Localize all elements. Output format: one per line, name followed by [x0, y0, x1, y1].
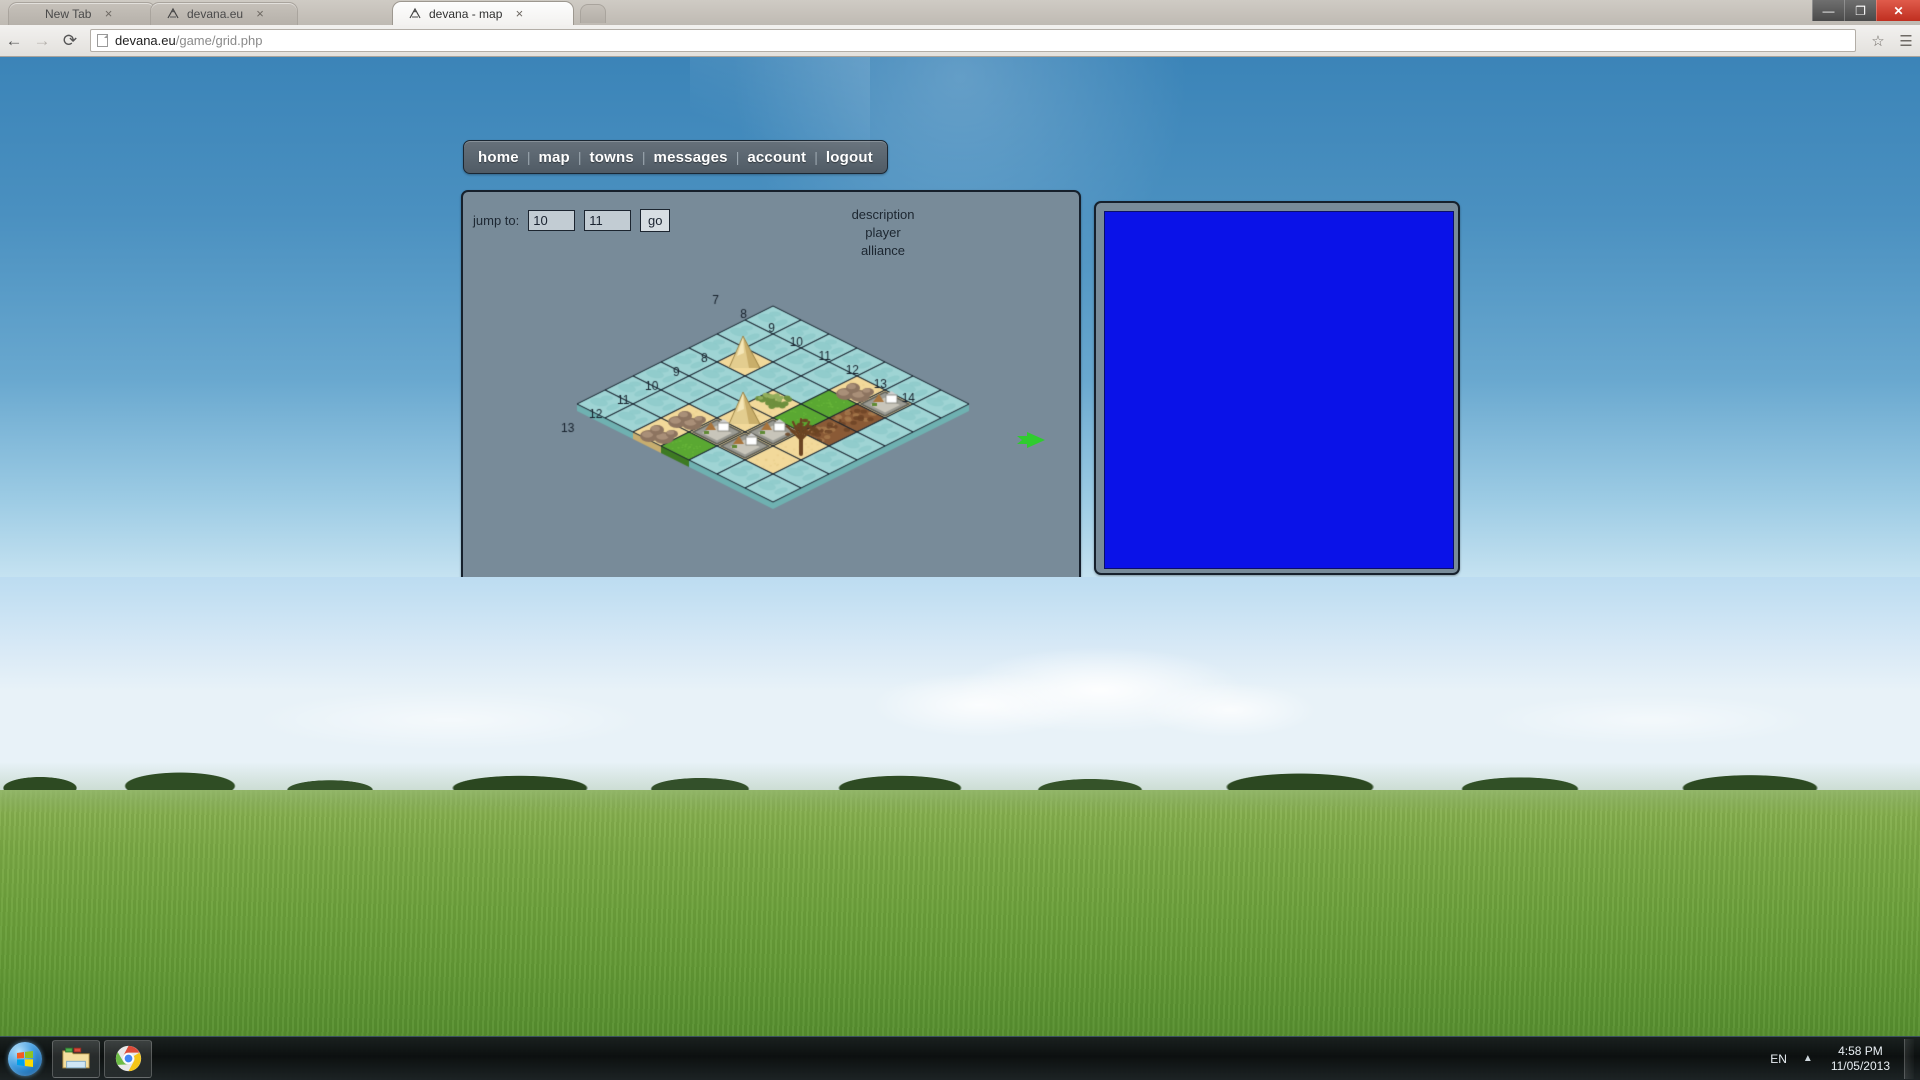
nav-separator: |	[736, 149, 740, 165]
isometric-map-grid[interactable]	[463, 192, 1083, 577]
browser-tab-devana-eu[interactable]: devana.eu ×	[150, 2, 298, 25]
clouds	[0, 600, 1920, 760]
site-navigation: home | map | towns | messages | account …	[463, 140, 888, 174]
close-icon[interactable]: ×	[253, 7, 267, 21]
tab-strip: New Tab × devana.eu × devana - map × — ❐…	[0, 0, 1920, 25]
chrome-icon	[115, 1045, 142, 1072]
show-hidden-icons-icon[interactable]: ▲	[1803, 1053, 1813, 1064]
url-host: devana.eu	[115, 33, 176, 48]
address-bar[interactable]: devana.eu/game/grid.php	[90, 29, 1856, 52]
forward-icon[interactable]: →	[28, 28, 56, 54]
devana-favicon-icon	[165, 6, 181, 22]
nav-separator: |	[578, 149, 582, 165]
nav-separator: |	[527, 149, 531, 165]
isometric-map-canvas[interactable]	[463, 192, 1083, 577]
browser-toolbar: ← → ⟳ devana.eu/game/grid.php ☆ ☰	[0, 25, 1920, 57]
minimap-panel	[1094, 201, 1460, 575]
map-grid-panel: jump to: go description player alliance	[461, 190, 1081, 577]
nav-item-logout[interactable]: logout	[826, 149, 873, 166]
browser-tab-new-tab[interactable]: New Tab ×	[8, 2, 156, 25]
tab-label: devana.eu	[187, 7, 243, 21]
world-minimap[interactable]	[1104, 211, 1454, 569]
nav-separator: |	[642, 149, 646, 165]
minimap-canvas[interactable]	[1105, 212, 1453, 568]
language-indicator[interactable]: EN	[1770, 1052, 1787, 1066]
clock[interactable]: 4:58 PM 11/05/2013	[1831, 1044, 1890, 1074]
nav-item-towns[interactable]: towns	[590, 149, 634, 166]
clock-time: 4:58 PM	[1831, 1044, 1890, 1059]
page-info-icon	[97, 34, 108, 47]
maximize-button[interactable]: ❐	[1844, 0, 1876, 21]
reload-icon[interactable]: ⟳	[56, 28, 84, 54]
taskbar-item-explorer[interactable]	[52, 1040, 100, 1078]
show-desktop-button[interactable]	[1904, 1039, 1914, 1079]
close-window-button[interactable]: ✕	[1876, 0, 1920, 21]
back-icon[interactable]: ←	[0, 28, 28, 54]
bookmark-star-icon[interactable]: ☆	[1864, 28, 1892, 54]
tab-label: New Tab	[45, 7, 91, 21]
nav-item-map[interactable]: map	[538, 149, 569, 166]
tab-favicon	[23, 6, 39, 22]
new-tab-button[interactable]	[580, 4, 606, 23]
nav-item-account[interactable]: account	[747, 149, 806, 166]
scroll-northwest-arrow[interactable]	[1015, 430, 1047, 450]
start-button[interactable]	[2, 1038, 48, 1080]
browser-tab-devana-map[interactable]: devana - map ×	[392, 1, 574, 25]
devana-favicon-icon	[407, 6, 423, 22]
nav-item-home[interactable]: home	[478, 149, 519, 166]
windows-logo-icon	[8, 1042, 42, 1076]
window-controls: — ❐ ✕	[1812, 0, 1920, 21]
close-icon[interactable]: ×	[101, 7, 115, 21]
browser-menu-icon[interactable]: ☰	[1892, 28, 1920, 54]
taskbar-item-chrome[interactable]	[104, 1040, 152, 1078]
nav-separator: |	[814, 149, 818, 165]
close-icon[interactable]: ×	[512, 7, 526, 21]
tab-label: devana - map	[429, 7, 502, 21]
browser-window: New Tab × devana.eu × devana - map × — ❐…	[0, 0, 1920, 57]
web-page-content: home | map | towns | messages | account …	[0, 57, 1920, 577]
system-tray: EN ▲ 4:58 PM 11/05/2013	[1770, 1037, 1920, 1080]
minimize-button[interactable]: —	[1812, 0, 1844, 21]
windows-taskbar: EN ▲ 4:58 PM 11/05/2013	[0, 1036, 1920, 1080]
folder-icon	[61, 1046, 91, 1071]
clock-date: 11/05/2013	[1831, 1059, 1890, 1074]
url-path: /game/grid.php	[176, 33, 263, 48]
nav-item-messages[interactable]: messages	[654, 149, 728, 166]
